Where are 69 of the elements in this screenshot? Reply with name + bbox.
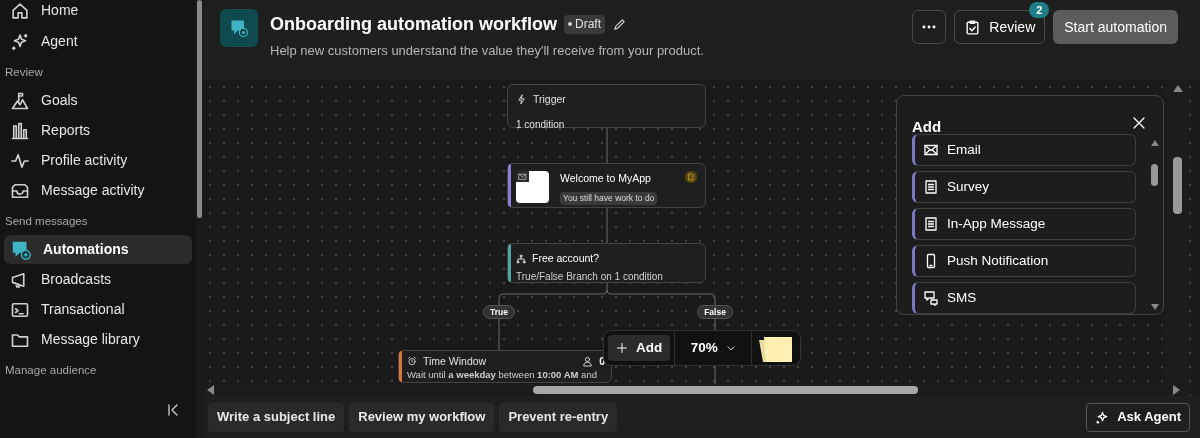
sparkle-icon <box>10 31 30 52</box>
add-option[interactable]: SMS <box>912 282 1136 314</box>
sticky-note-icon <box>756 334 793 362</box>
review-count-badge: 2 <box>1029 2 1050 18</box>
mail-icon <box>518 172 527 181</box>
workflow-node[interactable]: Free account? True/False Branch on 1 condition <box>507 243 706 283</box>
lightning-icon <box>516 94 527 106</box>
nav-item[interactable]: Transactional <box>4 295 192 324</box>
chevron-down-icon <box>725 343 736 353</box>
workflow-title: Onboarding automation workflow <box>270 13 557 35</box>
node-subtitle: True/False Branch on 1 condition <box>516 269 664 284</box>
clipboard-check-icon <box>964 18 982 36</box>
suggestion-chip[interactable]: Write a subject line <box>208 402 345 432</box>
status-tag: You still have work to do <box>560 191 658 205</box>
node-title: Trigger <box>533 92 566 107</box>
nav-item[interactable]: Message library <box>4 325 192 354</box>
add-option[interactable]: Push Notification <box>912 245 1136 277</box>
nav-item[interactable]: Agent <box>4 27 192 56</box>
add-button[interactable]: Add <box>608 335 671 361</box>
add-option[interactable]: In-App Message <box>912 208 1136 240</box>
nav-item[interactable]: Profile activity <box>4 146 192 175</box>
node-title: Free account? <box>532 251 600 266</box>
bar-chart-icon <box>10 120 30 141</box>
close-icon <box>1131 115 1147 131</box>
connector-line <box>606 127 608 164</box>
add-option[interactable]: Survey <box>912 171 1136 203</box>
connector-line <box>606 207 608 244</box>
more-options-button[interactable] <box>912 10 947 44</box>
person-icon <box>582 355 594 367</box>
nav-item[interactable]: Home <box>4 0 192 25</box>
mountain-flag-icon <box>10 90 30 111</box>
panel-title: Add <box>912 117 942 137</box>
node-description: Wait until a weekday between 10:00 AM and <box>407 369 598 381</box>
section-heading: Review <box>4 65 44 81</box>
suggestion-chip[interactable]: Prevent re-entry <box>499 402 618 432</box>
nav-item[interactable]: Message activity <box>4 176 192 205</box>
section-heading: Send messages <box>4 214 89 230</box>
plus-icon <box>616 342 628 354</box>
envelope-icon <box>923 142 939 158</box>
zoom-dropdown[interactable]: 70% <box>675 335 752 361</box>
edit-button[interactable] <box>612 16 627 32</box>
workflow-node[interactable]: Welcome to MyApp You still have work to do <box>507 163 706 208</box>
nav-item[interactable]: Goals <box>4 86 192 115</box>
workflow-node[interactable]: Trigger 1 condition <box>507 84 706 128</box>
chat-bubbles-icon <box>923 290 939 306</box>
pencil-icon <box>612 16 627 32</box>
alarm-clock-icon <box>407 356 417 366</box>
branch-icon <box>516 253 526 264</box>
home-icon <box>10 0 30 21</box>
close-button[interactable] <box>1131 115 1147 131</box>
start-automation-button[interactable]: Start automation <box>1053 10 1178 44</box>
status-badge: Draft <box>564 14 605 34</box>
panel-scrollbar[interactable] <box>1149 140 1161 310</box>
node-title: Welcome to MyApp <box>560 171 652 186</box>
branch-label: False <box>697 305 733 319</box>
branch-label: True <box>483 305 515 319</box>
sidebar-scrollbar[interactable] <box>196 0 203 438</box>
suggestion-chip[interactable]: Review my workflow <box>349 402 495 432</box>
ask-agent-button[interactable]: Ask Agent <box>1086 402 1190 432</box>
section-heading: Manage audience <box>4 363 98 379</box>
nav-item[interactable]: Automations <box>4 235 192 264</box>
nav-item[interactable]: Reports <box>4 116 192 145</box>
automation-icon <box>229 18 249 38</box>
node-title: Time Window <box>423 354 488 368</box>
add-option[interactable]: Email <box>912 134 1136 166</box>
form-icon <box>923 216 939 232</box>
nav-item[interactable]: Broadcasts <box>4 265 192 294</box>
workflow-description: Help new customers understand the value they'll receive from your product. <box>270 42 705 60</box>
form-icon <box>923 179 939 195</box>
